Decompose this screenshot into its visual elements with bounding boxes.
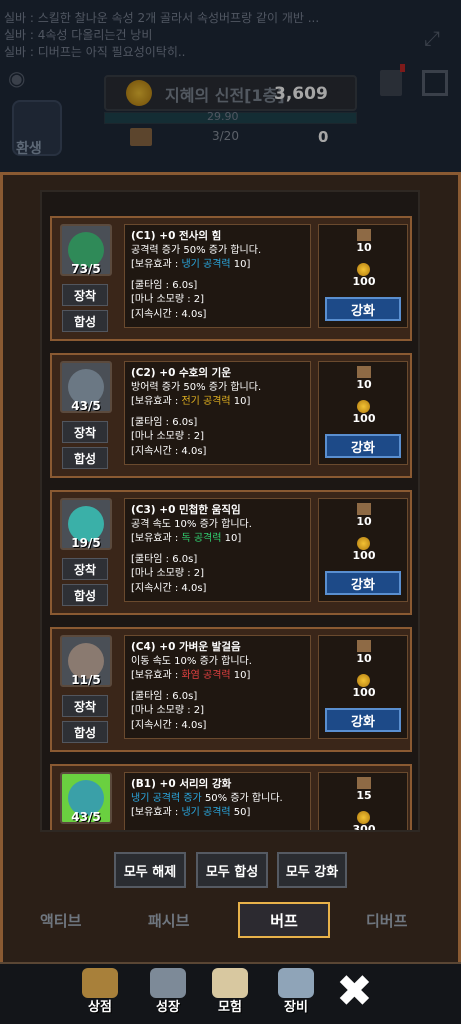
retain-effect: [보유효과 : 냉기 공격력 10] — [131, 259, 251, 270]
skill-effect: 공격력 증가 50% 증가 합니다. — [131, 244, 262, 256]
nav-label: 모험 — [218, 1000, 242, 1015]
sword-icon — [278, 968, 314, 998]
skill-effect: 이동 속도 10% 증가 합니다. — [131, 655, 252, 667]
upgrade-cost-box: 10 100 강화 — [318, 224, 408, 328]
retain-effect: [보유효과 : 전기 공격력 10] — [131, 396, 251, 407]
skill-count: 11/5 — [71, 673, 101, 687]
tab-debuff[interactable]: 디버프 — [366, 910, 407, 931]
retain-effect: [보유효과 : 냉기 공격력 50] — [131, 807, 251, 818]
nav-growth[interactable]: 성장 — [142, 968, 194, 1015]
buff-skill-list[interactable]: 73/5 장착 합성 (C1) +0 전사의 힘 공격력 증가 50% 증가 합… — [40, 190, 420, 832]
close-icon[interactable]: ✖ — [336, 970, 373, 1014]
upgrade-cost-box: 15 300 — [318, 772, 408, 832]
upgrade-button[interactable]: 강화 — [325, 434, 401, 458]
nav-equipment[interactable]: 장비 — [270, 968, 322, 1015]
skill-card: 19/5 장착 합성 (C3) +0 민첩한 움직임 공격 속도 10% 증가 … — [50, 490, 412, 615]
upgrade-all-button[interactable]: 모두 강화 — [277, 852, 347, 888]
duration: [지속시간 : 4.0s] — [131, 308, 207, 320]
skill-card: 73/5 장착 합성 (C1) +0 전사의 힘 공격력 증가 50% 증가 합… — [50, 216, 412, 341]
tab-passive[interactable]: 패시브 — [148, 910, 189, 931]
merge-all-button[interactable]: 모두 합성 — [196, 852, 268, 888]
equip-button[interactable]: 장착 — [62, 421, 108, 443]
skill-name: (C3) +0 민첩한 움직임 — [131, 504, 241, 516]
skill-description: (C2) +0 수호의 기운 방어력 증가 50% 증가 합니다. [보유효과 … — [124, 361, 311, 465]
merge-button[interactable]: 합성 — [62, 584, 108, 606]
skill-description: (C4) +0 가벼운 발걸음 이동 속도 10% 증가 합니다. [보유효과 … — [124, 635, 311, 739]
upgrade-cost-box: 10 100 강화 — [318, 361, 408, 465]
skill-name: (B1) +0 서리의 강화 — [131, 778, 232, 790]
skill-effect: 공격 속도 10% 증가 합니다. — [131, 518, 252, 530]
skill-count: 73/5 — [71, 262, 101, 276]
skill-name: (C4) +0 가벼운 발걸음 — [131, 641, 241, 653]
merge-button[interactable]: 합성 — [62, 447, 108, 469]
skill-card: 43/5 장착 합성 (C2) +0 수호의 기운 방어력 증가 50% 증가 … — [50, 353, 412, 478]
duration: [지속시간 : 4.0s] — [131, 445, 207, 457]
money-bag-icon — [82, 968, 118, 998]
upgrade-button[interactable]: 강화 — [325, 571, 401, 595]
retain-effect: [보유효과 : 독 공격력 10] — [131, 533, 242, 544]
nav-label: 장비 — [284, 1000, 308, 1015]
skill-count: 43/5 — [71, 399, 101, 413]
mana-cost: [마나 소모량 : 2] — [131, 431, 205, 442]
scroll-icon — [357, 640, 371, 652]
scroll-cost: 10 — [356, 652, 372, 665]
scroll-icon — [357, 366, 371, 378]
scroll-icon — [357, 503, 371, 515]
nav-adventure[interactable]: 모험 — [204, 968, 256, 1015]
skill-description: (C1) +0 전사의 힘 공격력 증가 50% 증가 합니다. [보유효과 :… — [124, 224, 311, 328]
upgrade-cost-box: 10 100 강화 — [318, 498, 408, 602]
scroll-icon — [357, 777, 371, 789]
gold-cost: 100 — [352, 549, 376, 562]
cooldown: [쿨타임 : 6.0s] — [131, 416, 198, 428]
mana-cost: [마나 소모량 : 2] — [131, 568, 205, 579]
skill-name: (C1) +0 전사의 힘 — [131, 230, 222, 242]
skill-card: 11/5 장착 합성 (C4) +0 가벼운 발걸음 이동 속도 10% 증가 … — [50, 627, 412, 752]
dim-overlay — [0, 0, 461, 175]
skill-description: (C3) +0 민첩한 움직임 공격 속도 10% 증가 합니다. [보유효과 … — [124, 498, 311, 602]
gold-cost: 100 — [352, 412, 376, 425]
scroll-icon — [357, 229, 371, 241]
scroll-cost: 10 — [356, 378, 372, 391]
merge-button[interactable]: 합성 — [62, 721, 108, 743]
skill-name: (C2) +0 수호의 기운 — [131, 367, 231, 379]
scroll-cost: 15 — [356, 789, 372, 802]
skill-card: 43/5 (B1) +0 서리의 강화 냉기 공격력 증가 50% 증가 합니다… — [50, 764, 412, 832]
skill-count: 43/5 — [71, 810, 101, 824]
release-all-button[interactable]: 모두 해제 — [114, 852, 186, 888]
nav-label: 성장 — [156, 1000, 180, 1015]
duration: [지속시간 : 4.0s] — [131, 719, 207, 731]
mana-cost: [마나 소모량 : 2] — [131, 294, 205, 305]
equip-button[interactable]: 장착 — [62, 284, 108, 306]
cooldown: [쿨타임 : 6.0s] — [131, 553, 198, 565]
scroll-cost: 10 — [356, 241, 372, 254]
upgrade-cost-box: 10 100 강화 — [318, 635, 408, 739]
retain-effect: [보유효과 : 화염 공격력 10] — [131, 670, 251, 681]
cooldown: [쿨타임 : 6.0s] — [131, 279, 198, 291]
merge-button[interactable]: 합성 — [62, 310, 108, 332]
tab-active-skill[interactable]: 액티브 — [40, 910, 81, 931]
map-icon — [212, 968, 248, 998]
nav-label: 상점 — [88, 1000, 112, 1015]
nav-shop[interactable]: 상점 — [74, 968, 126, 1015]
tab-buff[interactable]: 버프 — [238, 902, 330, 938]
upgrade-button[interactable]: 강화 — [325, 297, 401, 321]
equip-button[interactable]: 장착 — [62, 558, 108, 580]
skill-effect: 방어력 증가 50% 증가 합니다. — [131, 381, 262, 393]
equip-button[interactable]: 장착 — [62, 695, 108, 717]
gold-cost: 100 — [352, 275, 376, 288]
skill-count: 19/5 — [71, 536, 101, 550]
skill-effect: 냉기 공격력 증가 50% 증가 합니다. — [131, 792, 283, 804]
cooldown: [쿨타임 : 6.0s] — [131, 690, 198, 702]
skill-description: (B1) +0 서리의 강화 냉기 공격력 증가 50% 증가 합니다. [보유… — [124, 772, 311, 830]
gold-cost: 300 — [352, 823, 376, 832]
hammer-icon — [150, 968, 186, 998]
upgrade-button[interactable]: 강화 — [325, 708, 401, 732]
mana-cost: [마나 소모량 : 2] — [131, 705, 205, 716]
scroll-cost: 10 — [356, 515, 372, 528]
gold-cost: 100 — [352, 686, 376, 699]
duration: [지속시간 : 4.0s] — [131, 582, 207, 594]
